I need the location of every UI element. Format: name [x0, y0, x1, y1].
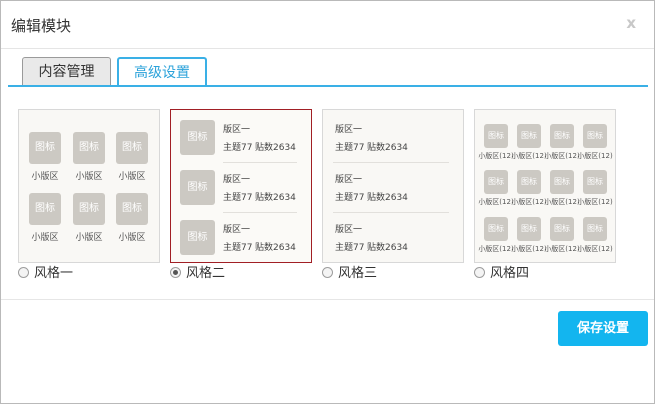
forum-icon-placeholder: 图标 — [180, 120, 215, 155]
post-count: 贴数2634 — [367, 243, 408, 253]
small-area-label: 小版区 — [118, 233, 146, 243]
save-settings-button[interactable]: 保存设置 — [558, 311, 648, 346]
style-three-preview[interactable]: 版区一 主题77 贴数2634 版区一 主题77 贴数2634 版区一 主题77… — [322, 109, 464, 263]
small-area-count-label: 小版区(12) — [577, 198, 613, 206]
style-four-label[interactable]: 风格四 — [490, 267, 529, 281]
forum-icon-placeholder: 图标 — [180, 170, 215, 205]
small-area-label: 小版区 — [118, 172, 146, 182]
forum-icon-placeholder: 图标 — [73, 132, 105, 164]
forum-icon-placeholder: 图标 — [517, 217, 541, 241]
forum-icon-placeholder: 图标 — [116, 193, 148, 225]
post-count: 贴数2634 — [255, 143, 296, 153]
divider — [223, 162, 297, 163]
forum-icon-placeholder: 图标 — [583, 217, 607, 241]
style-two-preview[interactable]: 图标 版区一 主题77 贴数2634 图标 版区一 主题77 贴数2634 图标… — [170, 109, 312, 263]
close-icon[interactable]: x — [626, 14, 636, 32]
style-one-radio[interactable] — [18, 267, 29, 278]
post-count: 贴数2634 — [255, 193, 296, 203]
area-name: 版区一 — [335, 225, 363, 235]
style-two-radio[interactable] — [170, 267, 181, 278]
post-count: 贴数2634 — [367, 193, 408, 203]
topic-count: 主题77 — [335, 243, 365, 253]
forum-icon-placeholder: 图标 — [550, 217, 574, 241]
style-two-label[interactable]: 风格二 — [186, 267, 225, 281]
forum-icon-placeholder: 图标 — [583, 124, 607, 148]
forum-icon-placeholder: 图标 — [484, 217, 508, 241]
small-area-label: 小版区 — [31, 172, 59, 182]
post-count: 贴数2634 — [367, 143, 408, 153]
area-name: 版区一 — [223, 175, 251, 185]
forum-icon-placeholder: 图标 — [484, 170, 508, 194]
forum-icon-placeholder: 图标 — [29, 193, 61, 225]
forum-icon-placeholder: 图标 — [550, 124, 574, 148]
forum-icon-placeholder: 图标 — [484, 124, 508, 148]
dialog-header: 编辑模块 x — [1, 1, 654, 49]
small-area-label: 小版区 — [75, 172, 103, 182]
forum-icon-placeholder: 图标 — [583, 170, 607, 194]
divider — [333, 212, 449, 213]
small-area-label: 小版区 — [75, 233, 103, 243]
dialog-title: 编辑模块 — [11, 17, 72, 35]
topic-count: 主题77 — [223, 193, 253, 203]
small-area-count-label: 小版区(12) — [577, 245, 613, 253]
style-one-label[interactable]: 风格一 — [34, 267, 73, 281]
forum-icon-placeholder: 图标 — [29, 132, 61, 164]
style-four-preview[interactable]: 图标 图标 图标 图标 小版区(12) 小版区(12) 小版区(12) 小版区(… — [474, 109, 616, 263]
topic-count: 主题77 — [223, 243, 253, 253]
edit-module-dialog: 编辑模块 x 内容管理 高级设置 图标 图标 图标 小版区 小版区 小版区 图标… — [0, 0, 655, 404]
area-name: 版区一 — [223, 125, 251, 135]
tab-advanced-settings[interactable]: 高级设置 — [117, 57, 207, 87]
topic-count: 主题77 — [335, 193, 365, 203]
area-name: 版区一 — [223, 225, 251, 235]
style-three-label[interactable]: 风格三 — [338, 267, 377, 281]
topic-count: 主题77 — [223, 143, 253, 153]
forum-icon-placeholder: 图标 — [517, 124, 541, 148]
area-name: 版区一 — [335, 175, 363, 185]
tab-underline — [8, 85, 648, 87]
style-four-radio[interactable] — [474, 267, 485, 278]
forum-icon-placeholder: 图标 — [73, 193, 105, 225]
forum-icon-placeholder: 图标 — [180, 220, 215, 255]
style-three-radio[interactable] — [322, 267, 333, 278]
post-count: 贴数2634 — [255, 243, 296, 253]
style-one-preview[interactable]: 图标 图标 图标 小版区 小版区 小版区 图标 图标 图标 小版区 小版区 小版… — [18, 109, 160, 263]
forum-icon-placeholder: 图标 — [116, 132, 148, 164]
tab-content-management[interactable]: 内容管理 — [22, 57, 111, 85]
divider — [223, 212, 297, 213]
small-area-label: 小版区 — [31, 233, 59, 243]
area-name: 版区一 — [335, 125, 363, 135]
topic-count: 主题77 — [335, 143, 365, 153]
divider — [333, 162, 449, 163]
forum-icon-placeholder: 图标 — [550, 170, 574, 194]
small-area-count-label: 小版区(12) — [577, 152, 613, 160]
forum-icon-placeholder: 图标 — [517, 170, 541, 194]
footer-divider — [1, 299, 654, 300]
